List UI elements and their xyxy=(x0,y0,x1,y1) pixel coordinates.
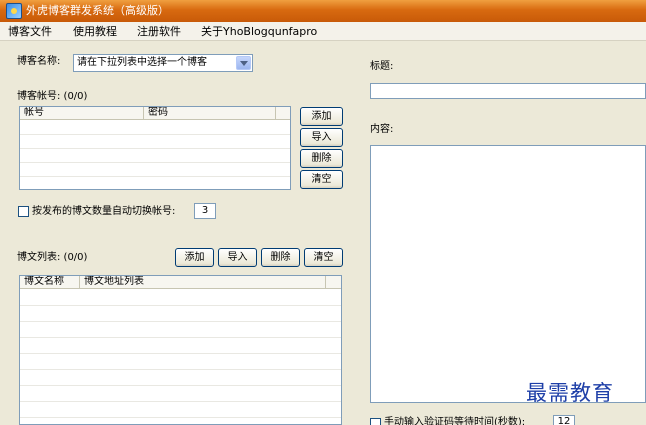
menu-blog-file[interactable]: 博客文件 xyxy=(8,24,52,39)
account-add-button[interactable]: 添加 xyxy=(300,107,343,126)
blog-name-label: 博客名称: xyxy=(17,56,61,67)
accounts-grid-header: 帐号 密码 xyxy=(20,107,290,120)
col-account[interactable]: 帐号 xyxy=(20,107,144,120)
account-clear-button[interactable]: 清空 xyxy=(300,170,343,189)
col-password[interactable]: 密码 xyxy=(144,107,276,120)
posts-label: 博文列表: (0/0) xyxy=(17,252,88,263)
auto-switch-checkbox[interactable] xyxy=(18,206,29,217)
post-import-button[interactable]: 导入 xyxy=(218,248,257,267)
watermark-text: 最需教育 xyxy=(526,381,614,405)
grid-row-line xyxy=(20,369,341,370)
menu-bar: 博客文件 使用教程 注册软件 关于YhoBlogqunfapro xyxy=(0,22,646,41)
grid-row-line xyxy=(20,321,341,322)
content-label: 内容: xyxy=(370,124,394,135)
post-delete-button[interactable]: 删除 xyxy=(261,248,300,267)
accounts-grid[interactable]: 帐号 密码 xyxy=(19,106,291,190)
window-title: 外虎博客群发系统（高级版） xyxy=(26,4,169,17)
grid-row-line xyxy=(20,162,290,163)
grid-row-line xyxy=(20,401,341,402)
account-delete-button[interactable]: 删除 xyxy=(300,149,343,168)
menu-about[interactable]: 关于YhoBlogqunfapro xyxy=(201,24,317,39)
grid-row-line xyxy=(20,385,341,386)
menu-tutorial[interactable]: 使用教程 xyxy=(73,24,117,39)
col-post-name[interactable]: 博文名称 xyxy=(20,276,80,289)
grid-row-line xyxy=(20,134,290,135)
captcha-wait-checkbox[interactable] xyxy=(370,418,381,425)
title-label: 标题: xyxy=(370,61,394,72)
blog-select[interactable]: 请在下拉列表中选择一个博客 xyxy=(73,54,253,72)
grid-row-line xyxy=(20,176,290,177)
auto-switch-count-input[interactable]: 3 xyxy=(194,203,216,219)
posts-grid[interactable]: 博文名称 博文地址列表 xyxy=(19,275,342,425)
blog-select-value: 请在下拉列表中选择一个博客 xyxy=(77,57,207,68)
grid-row-line xyxy=(20,417,341,418)
content-textarea[interactable] xyxy=(370,145,646,403)
posts-grid-header: 博文名称 博文地址列表 xyxy=(20,276,341,289)
title-input[interactable] xyxy=(370,83,646,99)
grid-row-line xyxy=(20,148,290,149)
chevron-down-icon[interactable] xyxy=(236,56,251,70)
post-clear-button[interactable]: 清空 xyxy=(304,248,343,267)
grid-row-line xyxy=(20,305,341,306)
window-titlebar: 外虎博客群发系统（高级版） xyxy=(0,0,646,22)
accounts-label: 博客帐号: (0/0) xyxy=(17,91,88,102)
menu-register[interactable]: 注册软件 xyxy=(137,24,181,39)
post-add-button[interactable]: 添加 xyxy=(175,248,214,267)
col-post-url-list[interactable]: 博文地址列表 xyxy=(80,276,326,289)
app-icon xyxy=(6,3,22,19)
captcha-wait-label: 手动输入验证码等待时间(秒数): xyxy=(384,417,526,425)
account-import-button[interactable]: 导入 xyxy=(300,128,343,147)
grid-row-line xyxy=(20,353,341,354)
captcha-wait-input[interactable]: 12 xyxy=(553,415,575,425)
grid-row-line xyxy=(20,337,341,338)
auto-switch-label: 按发布的博文数量自动切换帐号: xyxy=(32,206,176,217)
